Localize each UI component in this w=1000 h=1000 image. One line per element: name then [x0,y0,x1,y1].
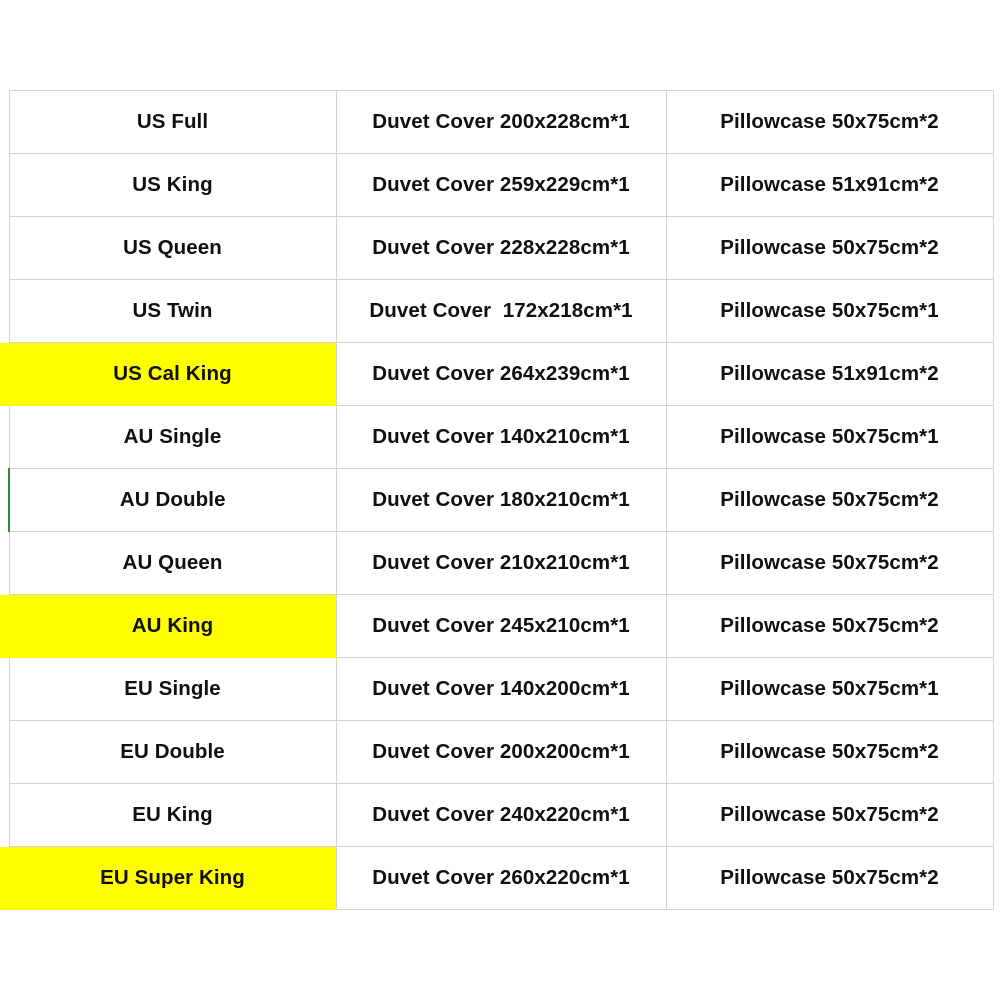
size-name-cell[interactable]: AU King [8,594,337,658]
pillowcase-cell[interactable]: Pillowcase 50x75cm*2 [665,846,994,910]
duvet-cover-cell[interactable]: Duvet Cover 140x200cm*1 [335,657,667,721]
pillowcase-cell[interactable]: Pillowcase 51x91cm*2 [665,153,994,217]
duvet-cover-cell[interactable]: Duvet Cover 260x220cm*1 [335,846,667,910]
duvet-cover-cell[interactable]: Duvet Cover 240x220cm*1 [335,783,667,847]
duvet-cover-cell[interactable]: Duvet Cover 180x210cm*1 [335,468,667,532]
duvet-cover-cell[interactable]: Duvet Cover 200x228cm*1 [335,90,667,154]
pillowcase-cell[interactable]: Pillowcase 50x75cm*1 [665,279,994,343]
table-row[interactable]: US Twin Duvet Cover 172x218cm*1 Pillowcase… [8,279,994,343]
duvet-cover-cell[interactable]: Duvet Cover 210x210cm*1 [335,531,667,595]
bedding-size-chart-page: US Full Duvet Cover 200x228cm*1 Pillowcase… [0,0,1000,1000]
pillowcase-cell[interactable]: Pillowcase 50x75cm*2 [665,594,994,658]
table-row[interactable]: EU Super King Duvet Cover 260x220cm*1 Pill… [8,846,994,910]
size-name-cell[interactable]: US Twin [8,279,337,343]
duvet-cover-cell[interactable]: Duvet Cover 140x210cm*1 [335,405,667,469]
pillowcase-cell[interactable]: Pillowcase 50x75cm*1 [665,405,994,469]
size-name-cell[interactable]: US Queen [8,216,337,280]
size-name-cell[interactable]: EU Double [8,720,337,784]
duvet-cover-cell[interactable]: Duvet Cover 245x210cm*1 [335,594,667,658]
duvet-cover-cell[interactable]: Duvet Cover 172x218cm*1 [335,279,667,343]
size-name-cell[interactable]: EU Super King [8,846,337,910]
table-row[interactable]: EU Single Duvet Cover 140x200cm*1 Pillowca… [8,657,994,721]
table-row[interactable]: AU King Duvet Cover 245x210cm*1 Pillowcase… [8,594,994,658]
duvet-cover-cell[interactable]: Duvet Cover 228x228cm*1 [335,216,667,280]
duvet-cover-cell[interactable]: Duvet Cover 259x229cm*1 [335,153,667,217]
table-row[interactable]: US Full Duvet Cover 200x228cm*1 Pillowcase… [8,90,994,154]
table-row[interactable]: EU King Duvet Cover 240x220cm*1 Pillowcase… [8,783,994,847]
duvet-cover-cell[interactable]: Duvet Cover 200x200cm*1 [335,720,667,784]
table-row[interactable]: AU Single Duvet Cover 140x210cm*1 Pillowca… [8,405,994,469]
size-name-cell[interactable]: AU Queen [8,531,337,595]
pillowcase-cell[interactable]: Pillowcase 50x75cm*2 [665,90,994,154]
table-row[interactable]: US King Duvet Cover 259x229cm*1 Pillowcase… [8,153,994,217]
pillowcase-cell[interactable]: Pillowcase 50x75cm*2 [665,216,994,280]
size-name-cell[interactable]: US King [8,153,337,217]
pillowcase-cell[interactable]: Pillowcase 50x75cm*2 [665,783,994,847]
size-name-cell[interactable]: US Cal King [8,342,337,406]
size-name-cell[interactable]: EU Single [8,657,337,721]
table-row[interactable]: US Cal King Duvet Cover 264x239cm*1 Pillow… [8,342,994,406]
pillowcase-cell[interactable]: Pillowcase 50x75cm*2 [665,531,994,595]
table-body: US Full Duvet Cover 200x228cm*1 Pillowcase… [8,90,994,910]
pillowcase-cell[interactable]: Pillowcase 50x75cm*1 [665,657,994,721]
bedding-size-chart-table: US Full Duvet Cover 200x228cm*1 Pillowcase… [8,90,994,910]
table-row[interactable]: EU Double Duvet Cover 200x200cm*1 Pillowca… [8,720,994,784]
pillowcase-cell[interactable]: Pillowcase 50x75cm*2 [665,468,994,532]
size-name-cell[interactable]: EU King [8,783,337,847]
table-row[interactable]: US Queen Duvet Cover 228x228cm*1 Pillowcas… [8,216,994,280]
table-row[interactable]: AU Queen Duvet Cover 210x210cm*1 Pillowcas… [8,531,994,595]
pillowcase-cell[interactable]: Pillowcase 51x91cm*2 [665,342,994,406]
pillowcase-cell[interactable]: Pillowcase 50x75cm*2 [665,720,994,784]
size-name-cell[interactable]: AU Double [8,468,337,532]
size-name-cell[interactable]: AU Single [8,405,337,469]
duvet-cover-cell[interactable]: Duvet Cover 264x239cm*1 [335,342,667,406]
table-row[interactable]: AU Double Duvet Cover 180x210cm*1 Pillowca… [8,468,994,532]
size-name-cell[interactable]: US Full [8,90,337,154]
